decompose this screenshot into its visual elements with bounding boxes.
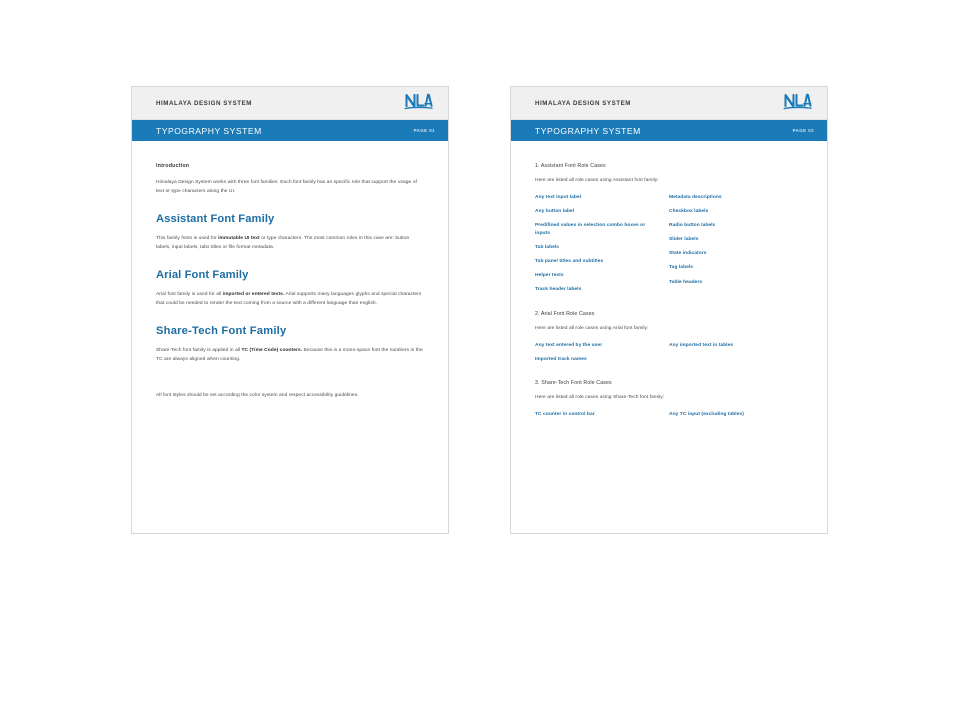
role-item: Table headers [669,279,703,285]
role-columns: Any text entered by the user Imported tr… [535,342,803,364]
role-block-intro: Here are listed all role cases using Sha… [535,395,665,401]
sharetech-text-pre: Share-Tech font family is applied in all [156,348,242,354]
role-item: Helper texts [535,273,564,279]
introduction-kicker: Introduction [156,163,190,169]
role-block-title: 3. Share-Tech Font Role Cases [535,380,612,387]
section-title-bar: TYPOGRAPHY SYSTEM PAGE 01 [132,120,448,141]
role-item: Track header labels [535,287,582,293]
paragraph-share-tech-font-family: Share-Tech font family is applied in all… [156,346,424,364]
role-block-intro: Here are listed all role cases using Ari… [535,325,649,331]
heading-assistant-font-family: Assistant Font Family [156,213,275,226]
introduction-paragraph: Himalaya Design System works with three … [156,180,417,195]
heading-share-tech-font-family: Share-Tech Font Family [156,325,287,338]
role-item: Any button label [535,209,575,215]
paragraph-arial-font-family: Arial font family is used for all import… [156,290,424,308]
nla-logo-icon [783,91,812,115]
role-column-left: Any text entered by the user Imported tr… [535,342,669,364]
role-block-intro: Here are listed all role cases using Ass… [535,178,659,183]
role-item: Tab labels [535,244,560,250]
role-block-assistant: 1. Assistant Font Role Cases Here are li… [535,163,803,294]
arial-text-bold: imported or entered texts. [222,292,285,298]
brand-header: HIMALAYA DESIGN SYSTEM [132,87,448,120]
section-title: TYPOGRAPHY SYSTEM [535,125,641,136]
role-item: Slider labels [669,237,699,243]
arial-text-pre: Arial font family is used for all [156,292,223,298]
role-item: Any text input label [535,195,582,200]
nla-logo-icon [404,91,433,115]
role-item: Predifined values in selection combo box… [535,223,646,236]
role-column-left: Any text input label Any button label Pr… [535,194,669,294]
role-columns: TC counter in control bar Any TC input (… [535,411,803,419]
role-item: Metadata descriptions [669,195,722,200]
document-page-2: HIMALAYA DESIGN SYSTEM TYPOGRAPHY SYSTEM… [510,86,828,534]
role-column-right: Metadata descriptions Checkbox labels Ra… [669,194,803,294]
role-block-title: 1. Assistant Font Role Cases [535,163,606,169]
brand-header: HIMALAYA DESIGN SYSTEM [511,87,827,120]
paragraph-assistant-font-family: This family fonts is used for immutable … [156,234,424,252]
role-column-right: Any TC input (excluding tables) [669,411,803,419]
role-column-left: TC counter in control bar [535,411,669,419]
role-item: Any text entered by the user [535,342,603,348]
page-number: PAGE 01 [413,128,435,133]
page-1-body: Introduction Himalaya Design System work… [132,141,448,400]
role-item: Checkbox labels [669,209,709,215]
sharetech-text-bold: TC (Time Code) counters. [241,348,303,354]
role-item: Tab panel titles and subtitles [535,258,604,264]
role-item: State indicators [669,251,707,257]
role-item: Any TC input (excluding tables) [669,412,744,418]
assistant-text-bold: immutable UI text [218,236,260,242]
closing-note: All font styles should be set according … [156,392,359,398]
brand-name: HIMALAYA DESIGN SYSTEM [156,99,252,107]
role-block-share-tech: 3. Share-Tech Font Role Cases Here are l… [535,380,803,419]
heading-arial-font-family: Arial Font Family [156,269,249,282]
role-item: Any imported text in tables [669,342,734,348]
role-item: Imported track names [535,356,587,362]
slide-canvas: HIMALAYA DESIGN SYSTEM TYPOGRAPHY SYSTEM… [0,0,960,720]
page-number: PAGE 02 [792,128,814,133]
assistant-text-pre: This family fonts is used for [156,236,219,242]
role-item: Radio button labels [669,223,716,229]
role-column-right: Any imported text in tables [669,342,803,364]
role-columns: Any text input label Any button label Pr… [535,194,803,294]
role-block-title: 2. Arial Font Role Cases [535,310,595,317]
role-item: Tag labels [669,265,694,271]
role-item: TC counter in control bar [535,412,595,418]
brand-name: HIMALAYA DESIGN SYSTEM [535,99,631,107]
section-title-bar: TYPOGRAPHY SYSTEM PAGE 02 [511,120,827,141]
document-page-1: HIMALAYA DESIGN SYSTEM TYPOGRAPHY SYSTEM… [131,86,449,534]
page-2-body: 1. Assistant Font Role Cases Here are li… [511,141,827,419]
role-block-arial: 2. Arial Font Role Cases Here are listed… [535,311,803,364]
section-title: TYPOGRAPHY SYSTEM [156,125,262,136]
